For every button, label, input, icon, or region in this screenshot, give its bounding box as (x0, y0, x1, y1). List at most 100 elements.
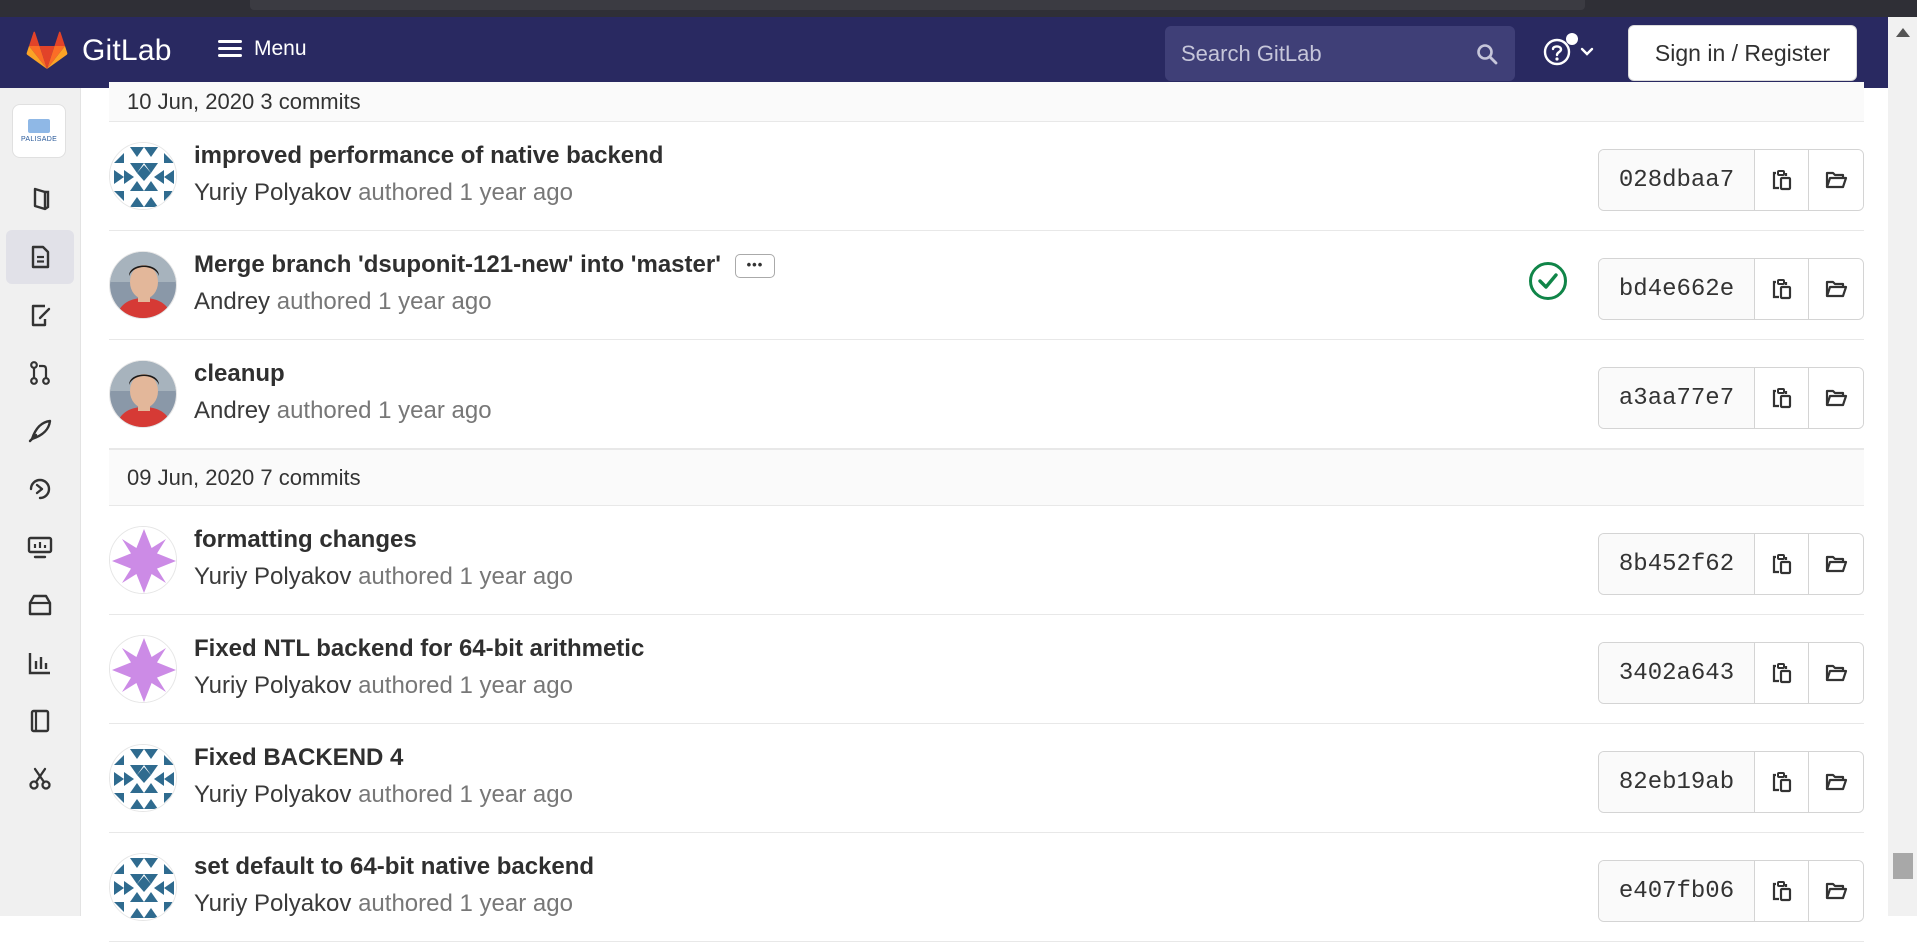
commit-title-link[interactable]: Merge branch 'dsuponit-121-new' into 'ma… (194, 251, 721, 278)
commit-author[interactable]: Andrey (194, 397, 270, 424)
author-avatar[interactable] (109, 744, 177, 812)
folder-open-icon (1825, 555, 1848, 573)
scroll-up-arrow-icon[interactable] (1896, 28, 1910, 37)
commit-authored-label: authored (358, 672, 453, 699)
commit-meta: Yuriy Polyakov authored 1 year ago (194, 179, 573, 207)
sidebar-item-merge-requests[interactable] (6, 346, 74, 400)
project-sidebar: PALISADE (0, 88, 81, 916)
commit-author[interactable]: Yuriy Polyakov (194, 563, 351, 590)
commit-title[interactable]: Fixed BACKEND 4 (194, 744, 403, 772)
author-avatar[interactable] (109, 360, 177, 428)
commit-meta: Andrey authored 1 year ago (194, 288, 492, 316)
commit-time: 1 year ago (459, 563, 573, 590)
commit-authored-label: authored (358, 563, 453, 590)
search-input[interactable] (1181, 40, 1475, 67)
commit-author[interactable]: Yuriy Polyakov (194, 890, 351, 917)
author-avatar[interactable] (109, 635, 177, 703)
identicon-purple-icon (110, 636, 176, 702)
commits-page: 10 Jun, 2020 3 commits improved performa (81, 82, 1888, 942)
commit-title[interactable]: Fixed NTL backend for 64-bit arithmetic (194, 635, 644, 663)
copy-icon (1772, 388, 1791, 409)
browse-files-button[interactable] (1809, 534, 1863, 594)
commit-title[interactable]: cleanup (194, 360, 285, 388)
copy-icon (1772, 663, 1791, 684)
commit-sha-button[interactable]: 8b452f62 (1599, 534, 1755, 594)
browse-files-button[interactable] (1809, 368, 1863, 428)
commit-author[interactable]: Yuriy Polyakov (194, 672, 351, 699)
copy-sha-button[interactable] (1755, 150, 1809, 210)
commit-title[interactable]: improved performance of native backend (194, 142, 663, 170)
commit-author[interactable]: Yuriy Polyakov (194, 781, 351, 808)
commit-day-header: 09 Jun, 2020 7 commits (109, 449, 1864, 506)
commit-actions: 3402a643 (1598, 642, 1864, 704)
issues-icon (31, 304, 51, 327)
snippets-icon (29, 767, 51, 790)
merge-requests-icon (30, 361, 50, 385)
commit-title[interactable]: set default to 64-bit native backend (194, 853, 594, 881)
sidebar-item-wiki[interactable] (6, 694, 74, 748)
commit-title[interactable]: formatting changes (194, 526, 417, 554)
commit-actions: 82eb19ab (1598, 751, 1864, 813)
copy-icon (1772, 772, 1791, 793)
commit-actions: bd4e662e (1598, 258, 1864, 320)
commit-sha-button[interactable]: 82eb19ab (1599, 752, 1755, 812)
commit-time: 1 year ago (459, 179, 573, 206)
sidebar-item-deployments[interactable] (6, 462, 74, 516)
sidebar-item-packages[interactable] (6, 578, 74, 632)
copy-sha-button[interactable] (1755, 643, 1809, 703)
folder-open-icon (1825, 171, 1848, 189)
browse-files-button[interactable] (1809, 259, 1863, 319)
packages-icon (28, 594, 52, 616)
commit-sha-button[interactable]: e407fb06 (1599, 861, 1755, 921)
commit-author[interactable]: Andrey (194, 288, 270, 315)
pipeline-passed-icon[interactable] (1527, 260, 1569, 302)
commit-authored-label: authored (358, 781, 453, 808)
sign-in-button[interactable]: Sign in / Register (1628, 25, 1857, 81)
browse-files-button[interactable] (1809, 643, 1863, 703)
copy-sha-button[interactable] (1755, 534, 1809, 594)
browse-files-button[interactable] (1809, 861, 1863, 921)
browse-files-button[interactable] (1809, 150, 1863, 210)
scrollbar-thumb[interactable] (1893, 853, 1913, 879)
browser-chrome (0, 0, 1917, 17)
sidebar-item-ci-cd[interactable] (6, 404, 74, 458)
sidebar-item-analytics[interactable] (6, 636, 74, 690)
brand-name[interactable]: GitLab (82, 34, 172, 68)
project-avatar[interactable]: PALISADE (12, 104, 66, 158)
commit-sha-button[interactable]: a3aa77e7 (1599, 368, 1755, 428)
copy-sha-button[interactable] (1755, 259, 1809, 319)
commit-author[interactable]: Yuriy Polyakov (194, 179, 351, 206)
sidebar-item-repository[interactable] (6, 230, 74, 284)
copy-sha-button[interactable] (1755, 861, 1809, 921)
author-avatar[interactable] (109, 142, 177, 210)
copy-sha-button[interactable] (1755, 752, 1809, 812)
author-avatar[interactable] (109, 853, 177, 921)
user-photo-icon (110, 361, 176, 427)
commit-sha-button[interactable]: 028dbaa7 (1599, 150, 1755, 210)
commit-sha-button[interactable]: 3402a643 (1599, 643, 1755, 703)
sidebar-item-monitor[interactable] (6, 520, 74, 574)
page-scrollbar[interactable] (1888, 17, 1917, 916)
commit-time: 1 year ago (378, 288, 492, 315)
commit-meta: Yuriy Polyakov authored 1 year ago (194, 890, 573, 918)
browse-files-button[interactable] (1809, 752, 1863, 812)
commit-actions: e407fb06 (1598, 860, 1864, 922)
search-icon[interactable] (1475, 42, 1499, 66)
sidebar-item-issues[interactable] (6, 288, 74, 342)
help-menu-button[interactable] (1542, 33, 1594, 67)
top-navbar: GitLab Menu Sign in / Register (0, 17, 1888, 88)
commit-row: cleanup Andrey authored 1 year ago a3aa7… (109, 340, 1864, 449)
copy-sha-button[interactable] (1755, 368, 1809, 428)
author-avatar[interactable] (109, 526, 177, 594)
menu-button[interactable]: Menu (218, 37, 307, 61)
commit-list: 10 Jun, 2020 3 commits improved performa (109, 82, 1864, 942)
project-avatar-text: PALISADE (20, 136, 58, 143)
search-box[interactable] (1165, 26, 1515, 81)
commit-sha-button[interactable]: bd4e662e (1599, 259, 1755, 319)
sidebar-item-project-overview[interactable] (6, 172, 74, 226)
sidebar-item-snippets[interactable] (6, 752, 74, 806)
toggle-description-button[interactable]: ••• (734, 253, 775, 278)
gitlab-logo-icon[interactable] (26, 31, 68, 71)
author-avatar[interactable] (109, 251, 177, 319)
commit-meta: Yuriy Polyakov authored 1 year ago (194, 781, 573, 809)
